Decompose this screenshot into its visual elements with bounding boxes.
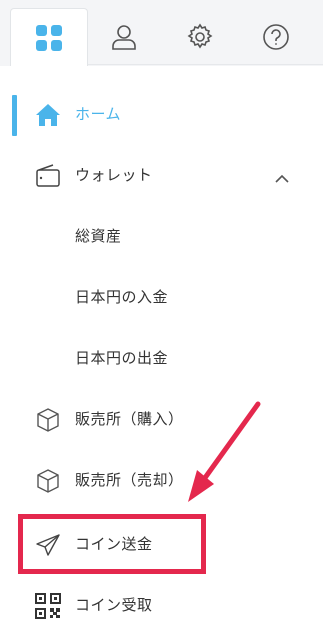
gear-icon bbox=[186, 23, 214, 51]
nav-item-jpy-deposit[interactable]: 日本円の入金 bbox=[0, 267, 323, 328]
nav-item-home[interactable]: ホーム bbox=[0, 84, 323, 145]
tab-account[interactable] bbox=[86, 8, 162, 65]
nav-item-exchange-sell[interactable]: 販売所（売却） bbox=[0, 450, 323, 511]
question-icon bbox=[262, 23, 290, 51]
nav-item-coin-receive[interactable]: コイン受取 bbox=[0, 575, 323, 636]
box-icon bbox=[34, 467, 62, 495]
tab-menu[interactable] bbox=[10, 8, 88, 66]
tab-help[interactable] bbox=[238, 8, 314, 65]
nav-item-jpy-withdraw[interactable]: 日本円の出金 bbox=[0, 328, 323, 389]
wallet-icon bbox=[34, 162, 62, 190]
nav-label-wallet: ウォレット bbox=[75, 166, 153, 184]
qr-code-icon bbox=[34, 592, 62, 620]
nav-label-exchange-sell: 販売所（売却） bbox=[75, 471, 184, 489]
nav-item-total-assets[interactable]: 総資産 bbox=[0, 206, 323, 267]
nav-label-coin-receive: コイン受取 bbox=[75, 596, 153, 614]
nav-label-exchange-buy: 販売所（購入） bbox=[75, 410, 184, 428]
grid-icon bbox=[35, 24, 63, 52]
nav-label-home: ホーム bbox=[75, 105, 122, 123]
nav-label-total-assets: 総資産 bbox=[75, 227, 122, 245]
nav-label-jpy-withdraw: 日本円の出金 bbox=[75, 349, 169, 367]
tab-bar bbox=[0, 0, 323, 66]
nav-item-exchange-buy[interactable]: 販売所（購入） bbox=[0, 389, 323, 450]
home-icon bbox=[34, 101, 62, 129]
user-icon bbox=[110, 23, 138, 51]
nav-label-jpy-deposit: 日本円の入金 bbox=[75, 288, 169, 306]
chevron-up-icon[interactable] bbox=[274, 169, 290, 188]
box-icon bbox=[34, 406, 62, 434]
highlight-box bbox=[18, 514, 206, 574]
nav-item-wallet[interactable]: ウォレット bbox=[0, 145, 323, 206]
tab-settings[interactable] bbox=[162, 8, 238, 65]
